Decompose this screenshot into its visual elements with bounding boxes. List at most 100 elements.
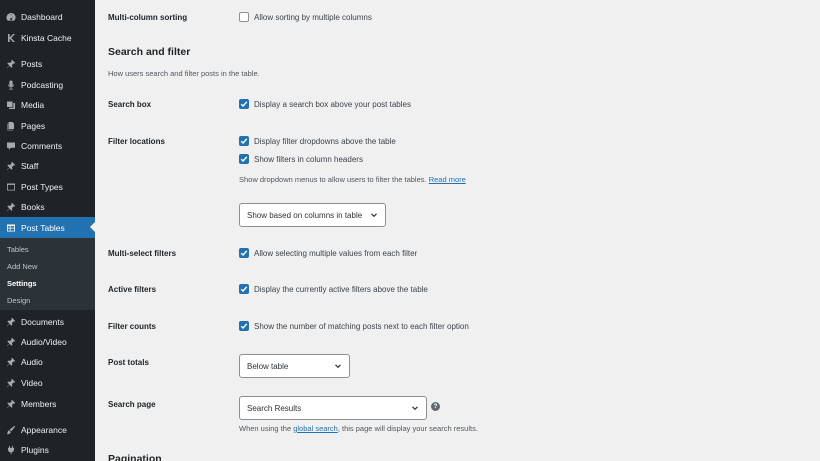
sidebar-item-label: Appearance [21,425,67,435]
sidebar-item-label: Post Types [21,182,63,192]
sidebar-item-plugins[interactable]: Plugins [0,440,95,460]
help-icon[interactable]: ? [431,402,440,411]
pin-icon [5,378,16,389]
sidebar-item-audio-video[interactable]: Audio/Video [0,332,95,352]
pages-icon [5,121,16,132]
sidebar-item-dashboard[interactable]: Dashboard [0,7,95,27]
chevron-down-icon [371,213,377,218]
pin-icon [5,317,16,328]
pin-icon [5,202,16,213]
sidebar-item-label: Members [21,399,57,409]
multi-select-filters-checkbox[interactable] [239,248,249,258]
pin-icon [5,161,16,172]
select-value: Search Results [247,403,302,413]
option-text: Show the number of matching posts next t… [254,321,469,331]
active-filters-option[interactable]: Display the currently active filters abo… [239,284,428,294]
sidebar-item-documents[interactable]: Documents [0,312,95,332]
sidebar-item-label: Audio/Video [21,337,67,347]
admin-sidebar: Dashboard Kinsta Cache Posts Podcasting … [0,0,95,461]
search-box-checkbox[interactable] [239,99,249,109]
submenu-item-add-new[interactable]: Add New [7,262,37,271]
pin-icon [5,357,16,368]
kinsta-icon [5,33,16,44]
post-types-icon [5,182,16,193]
sidebar-item-label: Staff [21,161,39,171]
pin-icon [5,337,16,348]
filter-dropdown-mode-select[interactable]: Show based on columns in table [239,203,386,227]
pin-icon [5,399,16,410]
sidebar-item-appearance[interactable]: Appearance [0,420,95,440]
filter-counts-option[interactable]: Show the number of matching posts next t… [239,321,469,331]
sidebar-item-staff[interactable]: Staff [0,156,95,176]
comment-icon [5,141,16,152]
sidebar-item-label: Kinsta Cache [21,33,72,43]
sidebar-item-comments[interactable]: Comments [0,136,95,156]
multi-column-sorting-option[interactable]: Allow sorting by multiple columns [239,12,372,22]
active-filters-checkbox[interactable] [239,284,249,294]
sidebar-item-label: Media [21,100,45,110]
sidebar-item-label: Posts [21,59,43,69]
search-page-label: Search page [108,400,156,409]
filter-dropdowns-option[interactable]: Display filter dropdowns above the table [239,136,396,146]
filter-counts-label: Filter counts [108,322,157,331]
filter-dropdowns-checkbox[interactable] [239,136,249,146]
sidebar-item-label: Dashboard [21,12,63,22]
post-totals-label: Post totals [108,358,149,367]
hint-text: When using the [239,424,292,433]
submenu-item-tables[interactable]: Tables [7,245,29,254]
hint-text: Show dropdown menus to allow users to fi… [239,175,427,184]
sidebar-item-post-tables[interactable]: Post Tables [0,217,95,238]
sidebar-item-label: Books [21,202,45,212]
option-text: Show filters in column headers [254,154,363,164]
option-text: Allow selecting multiple values from eac… [254,248,418,258]
sidebar-item-label: Podcasting [21,80,64,90]
submenu-item-settings[interactable]: Settings [7,279,37,288]
sidebar-item-podcasting[interactable]: Podcasting [0,75,95,95]
search-page-hint: When using the global search, this page … [239,424,478,433]
chevron-down-icon [412,406,418,411]
sidebar-item-kinsta-cache[interactable]: Kinsta Cache [0,28,95,48]
sidebar-item-pages[interactable]: Pages [0,116,95,136]
option-text: Display a search box above your post tab… [254,99,411,109]
read-more-link[interactable]: Read more [429,175,466,184]
search-filter-description: How users search and filter posts in the… [108,69,260,78]
active-filters-label: Active filters [108,285,157,294]
sidebar-item-label: Video [21,378,43,388]
multi-select-filters-label: Multi-select filters [108,249,177,258]
sidebar-item-label: Comments [21,141,63,151]
global-search-link[interactable]: global search [293,424,338,433]
sidebar-item-audio[interactable]: Audio [0,352,95,372]
microphone-icon [5,80,16,91]
post-totals-select[interactable]: Below table [239,354,350,378]
filter-locations-label: Filter locations [108,137,165,146]
multi-select-filters-option[interactable]: Allow selecting multiple values from eac… [239,248,417,258]
multi-column-sorting-label: Multi-column sorting [108,13,188,22]
hint-text: , this page will display your search res… [337,424,478,433]
filter-counts-checkbox[interactable] [239,321,249,331]
option-text: Allow sorting by multiple columns [254,12,372,22]
media-icon [5,100,16,111]
sidebar-item-members[interactable]: Members [0,394,95,414]
column-header-filters-checkbox[interactable] [239,154,249,164]
search-box-option[interactable]: Display a search box above your post tab… [239,99,411,109]
sidebar-item-post-types[interactable]: Post Types [0,177,95,197]
search-filter-heading: Search and filter [108,46,191,58]
sidebar-item-label: Audio [21,357,43,367]
sidebar-item-books[interactable]: Books [0,197,95,217]
sidebar-item-video[interactable]: Video [0,373,95,393]
plugin-icon [5,445,16,456]
sidebar-item-media[interactable]: Media [0,95,95,115]
multi-column-sorting-checkbox[interactable] [239,12,249,22]
select-value: Below table [247,361,289,371]
sidebar-item-label: Documents [21,317,64,327]
column-header-filters-option[interactable]: Show filters in column headers [239,154,363,164]
select-value: Show based on columns in table [247,210,363,220]
sidebar-item-posts[interactable]: Posts [0,54,95,74]
filter-locations-hint: Show dropdown menus to allow users to fi… [239,175,466,184]
table-icon [5,222,16,233]
settings-form: Multi-column sorting Allow sorting by mu… [95,0,820,461]
dashboard-icon [5,12,16,23]
search-page-select[interactable]: Search Results [239,396,427,420]
submenu-item-design[interactable]: Design [7,296,30,305]
search-box-label: Search box [108,100,152,109]
